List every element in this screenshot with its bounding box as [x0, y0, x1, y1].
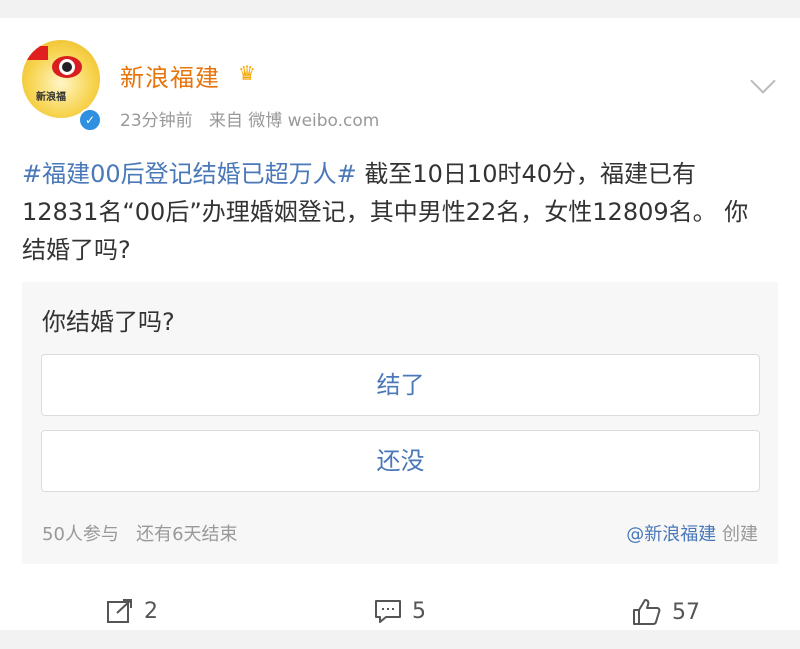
comment-button[interactable]: 5: [374, 598, 426, 624]
like-button[interactable]: 57: [632, 598, 700, 626]
post-meta: 23分钟前 来自 微博 weibo.com: [120, 106, 379, 131]
avatar-text: 新浪福: [36, 92, 66, 103]
comment-icon: [375, 600, 401, 623]
repost-button[interactable]: 2: [106, 598, 158, 624]
chevron-down-icon[interactable]: [750, 68, 776, 94]
weibo-eye-logo: [52, 56, 82, 78]
poll-participants: 50人参与: [42, 524, 119, 545]
repost-count: 2: [144, 598, 158, 624]
post-body: #福建00后登记结婚已超万人# 截至10日10时40分，福建已有12831名“0…: [22, 155, 762, 269]
poll-creator: @新浪福建 创建: [626, 520, 758, 546]
poll-question: 你结婚了吗?: [42, 308, 175, 336]
hashtag-link[interactable]: #福建00后登记结婚已超万人#: [22, 160, 357, 188]
creator-suffix: 创建: [722, 524, 758, 545]
crown-icon: ♛: [238, 61, 256, 85]
poll-option-not-yet[interactable]: 还没: [41, 430, 760, 492]
feed-separator: [0, 630, 800, 649]
like-count: 57: [672, 599, 700, 625]
weibo-post-card: 新浪福 ✓ 新浪福建 ♛ 23分钟前 来自 微博 weibo.com #福建00…: [0, 18, 800, 630]
verified-icon: ✓: [78, 108, 102, 132]
poll-remaining: 还有6天结束: [136, 524, 238, 545]
poll-card: 你结婚了吗? 结了 还没 50人参与 还有6天结束 @新浪福建 创建: [22, 282, 778, 564]
post-time: 23分钟前: [120, 111, 193, 131]
poll-stats: 50人参与 还有6天结束: [42, 520, 238, 546]
flag-icon: [26, 43, 48, 60]
comment-count: 5: [412, 598, 426, 624]
like-icon: [633, 599, 661, 625]
avatar[interactable]: 新浪福: [22, 40, 100, 118]
repost-icon: [107, 599, 132, 623]
source-prefix: 来自: [208, 111, 243, 131]
poll-option-married[interactable]: 结了: [41, 354, 760, 416]
username[interactable]: 新浪福建: [120, 58, 220, 93]
creator-mention[interactable]: @新浪福建: [626, 524, 716, 545]
post-source[interactable]: 微博 weibo.com: [248, 111, 379, 131]
